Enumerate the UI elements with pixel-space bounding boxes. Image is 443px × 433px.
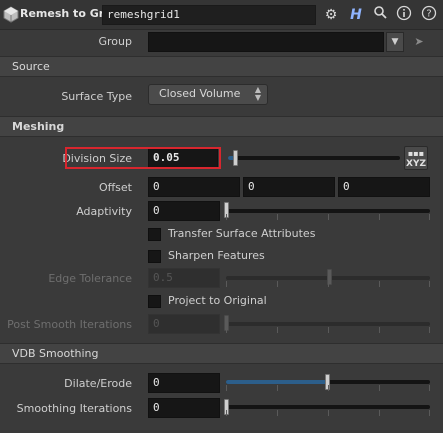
sharpen-features-checkbox[interactable] <box>148 250 161 263</box>
offset-x-input[interactable]: 0 <box>148 177 240 197</box>
post-smooth-iterations-input: 0 <box>148 314 220 334</box>
slider-tick <box>277 214 278 220</box>
slider-tick <box>429 385 430 391</box>
remesh-node-icon <box>2 5 22 25</box>
transfer-surface-attributes-checkbox[interactable] <box>148 228 161 241</box>
slider-tick <box>277 281 278 287</box>
meshing-section-header[interactable]: Meshing <box>0 116 443 137</box>
slider-tick <box>429 327 430 333</box>
slider-tick <box>226 327 227 333</box>
project-to-original-checkbox[interactable] <box>148 295 161 308</box>
slider-tick <box>328 327 329 333</box>
slider-tick <box>328 385 329 391</box>
node-name-input[interactable]: remeshgrid1 <box>102 5 316 25</box>
sharpen-features-label: Sharpen Features <box>168 249 265 262</box>
slider-tick <box>328 214 329 220</box>
search-icon[interactable] <box>370 5 390 25</box>
adaptivity-label: Adaptivity <box>76 205 132 218</box>
offset-y-input[interactable]: 0 <box>243 177 335 197</box>
question-icon[interactable]: ? <box>419 5 439 25</box>
group-input[interactable] <box>148 32 384 52</box>
slider-tick <box>379 385 380 391</box>
division-size-slider-handle[interactable] <box>233 150 238 166</box>
surface-type-dropdown[interactable]: Closed Volume ▲ ▼ <box>148 84 268 105</box>
slider-tick <box>226 281 227 287</box>
xyz-dots: ▪▪▪ <box>407 149 425 158</box>
adaptivity-input[interactable]: 0 <box>148 201 220 221</box>
slider-tick <box>379 410 380 416</box>
slider-tick <box>379 214 380 220</box>
help-h-icon[interactable]: H <box>346 5 366 25</box>
slider-tick <box>429 281 430 287</box>
xyz-label: XYZ <box>406 159 426 169</box>
group-dropdown-button[interactable]: ▼ <box>386 32 404 52</box>
dilate-erode-label: Dilate/Erode <box>64 377 132 390</box>
slider-tick <box>328 281 329 287</box>
slider-tick <box>429 410 430 416</box>
slider-tick <box>429 214 430 220</box>
post-smooth-slider-track <box>226 322 430 326</box>
slider-tick <box>379 327 380 333</box>
slider-tick <box>226 385 227 391</box>
slider-tick <box>277 385 278 391</box>
transfer-surface-attributes-label: Transfer Surface Attributes <box>168 227 316 240</box>
slider-tick <box>226 214 227 220</box>
gear-icon[interactable]: ⚙ <box>321 5 341 25</box>
slider-tick <box>226 410 227 416</box>
offset-label: Offset <box>98 181 132 194</box>
info-icon[interactable] <box>394 5 414 25</box>
smoothing-iterations-label: Smoothing Iterations <box>16 402 132 415</box>
edge-tolerance-input: 0.5 <box>148 268 220 288</box>
svg-text:?: ? <box>426 9 431 20</box>
post-smooth-iterations-label: Post Smooth Iterations <box>7 318 132 331</box>
adaptivity-slider-track[interactable] <box>226 209 430 213</box>
source-section-header[interactable]: Source <box>0 56 443 77</box>
surface-type-label: Surface Type <box>61 90 132 103</box>
dilate-erode-slider-fill <box>226 380 328 384</box>
project-to-original-label: Project to Original <box>168 294 267 307</box>
slider-tick <box>379 281 380 287</box>
updown-arrows-icon: ▲ ▼ <box>254 85 261 102</box>
vdb-smoothing-section-header[interactable]: VDB Smoothing <box>0 343 443 364</box>
group-label: Group <box>98 35 133 48</box>
smoothing-iterations-input[interactable]: 0 <box>148 398 220 418</box>
division-size-highlight <box>65 147 221 169</box>
group-select-arrow-icon[interactable]: ➤ <box>409 32 429 52</box>
xyz-size-button[interactable]: ▪▪▪ XYZ <box>404 146 428 170</box>
slider-tick <box>277 327 278 333</box>
slider-tick <box>277 410 278 416</box>
offset-z-input[interactable]: 0 <box>338 177 430 197</box>
smoothing-iterations-slider-track[interactable] <box>226 405 430 409</box>
slider-tick <box>328 410 329 416</box>
edge-tolerance-label: Edge Tolerance <box>48 272 132 285</box>
surface-type-value: Closed Volume <box>159 87 241 100</box>
dilate-erode-input[interactable]: 0 <box>148 373 220 393</box>
division-size-slider-track[interactable] <box>228 156 400 160</box>
